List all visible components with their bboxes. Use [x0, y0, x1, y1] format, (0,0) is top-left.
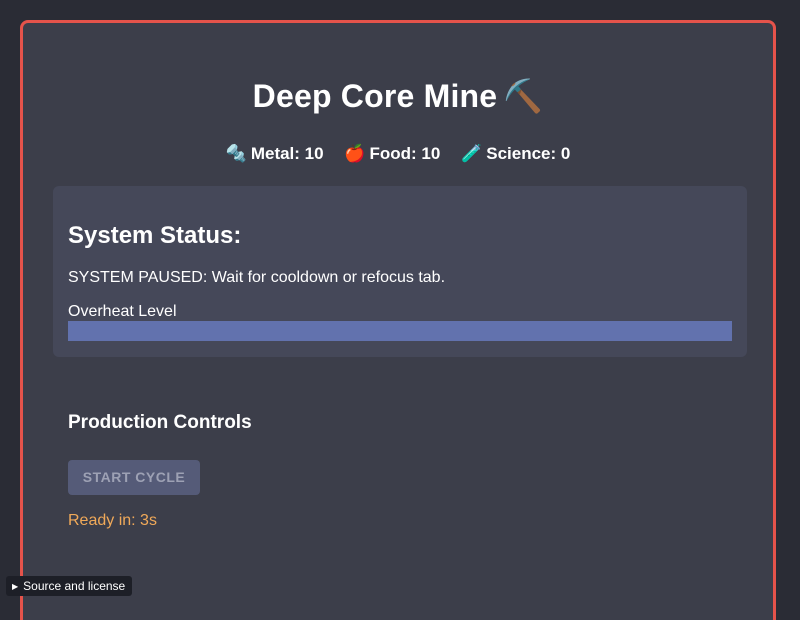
status-heading: System Status:: [68, 222, 242, 249]
disclosure-triangle-icon: ▶: [12, 582, 19, 591]
cooldown-timer: Ready in: 3s: [68, 512, 157, 529]
resource-food-label: Food: 10: [369, 144, 441, 163]
controls-heading: Production Controls: [68, 412, 252, 433]
resource-science: 🧪 Science: 0: [461, 144, 570, 164]
game-title: Deep Core Mine ⛏️: [23, 77, 773, 115]
resource-metal-label: Metal: 10: [250, 144, 324, 163]
bolt-icon: 🔩: [225, 144, 247, 163]
start-cycle-button[interactable]: START CYCLE: [68, 460, 200, 495]
resource-bar: 🔩 Metal: 10 🍎 Food: 10 🧪 Science: 0: [23, 144, 773, 164]
game-frame: Deep Core Mine ⛏️ 🔩 Metal: 10 🍎 Food: 10 🧪 S…: [20, 20, 776, 620]
resource-food: 🍎 Food: 10: [344, 144, 440, 164]
status-panel: System Status: SYSTEM PAUSED: Wait for c…: [53, 186, 747, 357]
title-text: Deep Core Mine: [252, 78, 498, 114]
overheat-bar: [68, 321, 732, 341]
source-license-label: Source and license: [23, 579, 126, 593]
pickaxe-icon: ⛏️: [503, 78, 544, 114]
resource-science-label: Science: 0: [486, 144, 571, 163]
test-tube-icon: 🧪: [461, 144, 483, 163]
resource-metal: 🔩 Metal: 10: [226, 144, 324, 164]
overheat-label: Overheat Level: [68, 303, 177, 320]
source-license-toggle[interactable]: ▶ Source and license: [6, 576, 133, 596]
apple-icon: 🍎: [344, 144, 366, 163]
status-message: SYSTEM PAUSED: Wait for cooldown or refo…: [68, 269, 446, 286]
